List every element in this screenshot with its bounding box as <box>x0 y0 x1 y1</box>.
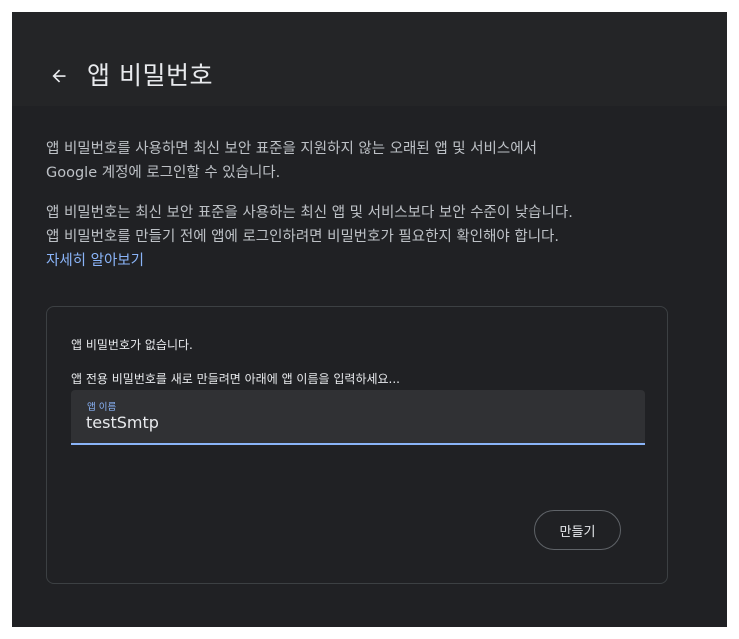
arrow-left-icon <box>52 69 66 83</box>
warning-line-2: 앱 비밀번호를 만들기 전에 앱에 로그인하려면 비밀번호가 필요한지 확인해야… <box>46 229 559 245</box>
intro-line-2: Google 계정에 로그인할 수 있습니다. <box>46 165 281 181</box>
intro-text: 앱 비밀번호를 사용하면 최신 보안 표준을 지원하지 않는 오래된 앱 및 서… <box>46 137 686 185</box>
app-name-field[interactable]: 앱 이름 <box>71 390 645 445</box>
empty-message: 앱 비밀번호가 없습니다. <box>71 338 193 352</box>
back-button[interactable] <box>46 63 72 89</box>
create-button[interactable]: 만들기 <box>534 510 621 550</box>
warning-line-1: 앱 비밀번호는 최신 보안 표준을 사용하는 최신 앱 및 서비스보다 보안 수… <box>46 205 573 221</box>
page-title: 앱 비밀번호 <box>87 61 213 90</box>
app-name-input[interactable] <box>86 410 626 434</box>
intro-line-1: 앱 비밀번호를 사용하면 최신 보안 표준을 지원하지 않는 오래된 앱 및 서… <box>46 141 537 157</box>
app-password-card: 앱 비밀번호가 없습니다. 앱 전용 비밀번호를 새로 만들려면 아래에 앱 이… <box>46 306 668 584</box>
warning-text: 앱 비밀번호는 최신 보안 표준을 사용하는 최신 앱 및 서비스보다 보안 수… <box>46 201 686 273</box>
learn-more-link[interactable]: 자세히 알아보기 <box>46 253 144 269</box>
app-passwords-page: 앱 비밀번호 앱 비밀번호를 사용하면 최신 보안 표준을 지원하지 않는 오래… <box>12 12 727 627</box>
page-header: 앱 비밀번호 <box>12 12 727 106</box>
instruction-text: 앱 전용 비밀번호를 새로 만들려면 아래에 앱 이름을 입력하세요... <box>71 372 401 386</box>
